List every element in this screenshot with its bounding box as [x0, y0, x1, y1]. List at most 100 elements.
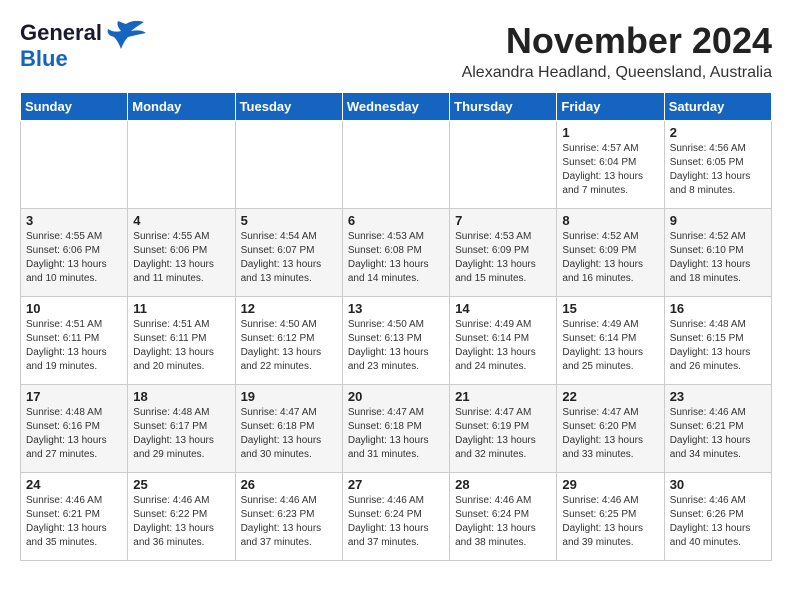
- cell-info-text: Sunrise: 4:50 AM Sunset: 6:12 PM Dayligh…: [241, 318, 337, 374]
- calendar-cell: 26 Sunrise: 4:46 AM Sunset: 6:23 PM Dayli…: [235, 473, 342, 561]
- day-number: 10: [26, 301, 122, 316]
- calendar-cell: [450, 121, 557, 209]
- cell-info-text: Sunrise: 4:56 AM Sunset: 6:05 PM Dayligh…: [670, 142, 766, 198]
- day-number: 21: [455, 389, 551, 404]
- calendar-cell: 5 Sunrise: 4:54 AM Sunset: 6:07 PM Daylig…: [235, 209, 342, 297]
- cell-info-text: Sunrise: 4:48 AM Sunset: 6:15 PM Dayligh…: [670, 318, 766, 374]
- cell-info-text: Sunrise: 4:46 AM Sunset: 6:24 PM Dayligh…: [348, 494, 444, 550]
- calendar-cell: 24Sunrise: 4:46 AM Sunset: 6:21 PM Dayli…: [21, 473, 128, 561]
- calendar-cell: 16 Sunrise: 4:48 AM Sunset: 6:15 PM Dayli…: [664, 297, 771, 385]
- title-section: November 2024 Alexandra Headland, Queens…: [462, 20, 772, 82]
- calendar-cell: 28 Sunrise: 4:46 AM Sunset: 6:24 PM Dayli…: [450, 473, 557, 561]
- cell-info-text: Sunrise: 4:46 AM Sunset: 6:24 PM Dayligh…: [455, 494, 551, 550]
- calendar-cell: 13 Sunrise: 4:50 AM Sunset: 6:13 PM Dayli…: [342, 297, 449, 385]
- day-number: 13: [348, 301, 444, 316]
- cell-info-text: Sunrise: 4:54 AM Sunset: 6:07 PM Dayligh…: [241, 230, 337, 286]
- month-title: November 2024: [462, 20, 772, 62]
- calendar-cell: 23 Sunrise: 4:46 AM Sunset: 6:21 PM Dayli…: [664, 385, 771, 473]
- day-number: 17: [26, 389, 122, 404]
- day-number: 4: [133, 213, 229, 228]
- calendar-cell: [21, 121, 128, 209]
- cell-info-text: Sunrise: 4:46 AM Sunset: 6:23 PM Dayligh…: [241, 494, 337, 550]
- weekday-header-monday: Monday: [128, 93, 235, 121]
- day-number: 2: [670, 125, 766, 140]
- calendar-cell: 12 Sunrise: 4:50 AM Sunset: 6:12 PM Dayli…: [235, 297, 342, 385]
- day-number: 19: [241, 389, 337, 404]
- cell-info-text: Sunrise: 4:46 AM Sunset: 6:26 PM Dayligh…: [670, 494, 766, 550]
- cell-info-text: Sunrise: 4:51 AM Sunset: 6:11 PM Dayligh…: [133, 318, 229, 374]
- calendar-cell: 11Sunrise: 4:51 AM Sunset: 6:11 PM Dayli…: [128, 297, 235, 385]
- cell-info-text: Sunrise: 4:47 AM Sunset: 6:20 PM Dayligh…: [562, 406, 658, 462]
- day-number: 27: [348, 477, 444, 492]
- calendar-table: SundayMondayTuesdayWednesdayThursdayFrid…: [20, 92, 772, 561]
- calendar-cell: [342, 121, 449, 209]
- weekday-header-wednesday: Wednesday: [342, 93, 449, 121]
- calendar-cell: 4 Sunrise: 4:55 AM Sunset: 6:06 PM Daylig…: [128, 209, 235, 297]
- day-number: 7: [455, 213, 551, 228]
- location-subtitle: Alexandra Headland, Queensland, Australi…: [462, 64, 772, 82]
- calendar-cell: 19 Sunrise: 4:47 AM Sunset: 6:18 PM Dayli…: [235, 385, 342, 473]
- cell-info-text: Sunrise: 4:48 AM Sunset: 6:16 PM Dayligh…: [26, 406, 122, 462]
- calendar-cell: 17 Sunrise: 4:48 AM Sunset: 6:16 PM Dayli…: [21, 385, 128, 473]
- weekday-header-sunday: Sunday: [21, 93, 128, 121]
- day-number: 8: [562, 213, 658, 228]
- day-number: 5: [241, 213, 337, 228]
- calendar-cell: 22 Sunrise: 4:47 AM Sunset: 6:20 PM Dayli…: [557, 385, 664, 473]
- calendar-cell: 18 Sunrise: 4:48 AM Sunset: 6:17 PM Dayli…: [128, 385, 235, 473]
- weekday-header-tuesday: Tuesday: [235, 93, 342, 121]
- cell-info-text: Sunrise: 4:47 AM Sunset: 6:18 PM Dayligh…: [241, 406, 337, 462]
- day-number: 30: [670, 477, 766, 492]
- cell-info-text: Sunrise: 4:50 AM Sunset: 6:13 PM Dayligh…: [348, 318, 444, 374]
- cell-info-text: Sunrise: 4:46 AM Sunset: 6:21 PM Dayligh…: [670, 406, 766, 462]
- cell-info-text: Sunrise: 4:51 AM Sunset: 6:11 PM Dayligh…: [26, 318, 122, 374]
- calendar-cell: 10 Sunrise: 4:51 AM Sunset: 6:11 PM Dayli…: [21, 297, 128, 385]
- calendar-cell: 3 Sunrise: 4:55 AM Sunset: 6:06 PM Daylig…: [21, 209, 128, 297]
- calendar-cell: [128, 121, 235, 209]
- cell-info-text: Sunrise: 4:52 AM Sunset: 6:10 PM Dayligh…: [670, 230, 766, 286]
- calendar-cell: 25Sunrise: 4:46 AM Sunset: 6:22 PM Dayli…: [128, 473, 235, 561]
- calendar-cell: 29 Sunrise: 4:46 AM Sunset: 6:25 PM Dayli…: [557, 473, 664, 561]
- calendar-cell: 1Sunrise: 4:57 AM Sunset: 6:04 PM Daylig…: [557, 121, 664, 209]
- page-header: General Blue November 2024 Alexandra Hea…: [20, 20, 772, 82]
- day-number: 26: [241, 477, 337, 492]
- day-number: 23: [670, 389, 766, 404]
- calendar-week-row: 17 Sunrise: 4:48 AM Sunset: 6:16 PM Dayli…: [21, 385, 772, 473]
- cell-info-text: Sunrise: 4:55 AM Sunset: 6:06 PM Dayligh…: [26, 230, 122, 286]
- day-number: 18: [133, 389, 229, 404]
- calendar-cell: 6 Sunrise: 4:53 AM Sunset: 6:08 PM Daylig…: [342, 209, 449, 297]
- cell-info-text: Sunrise: 4:55 AM Sunset: 6:06 PM Dayligh…: [133, 230, 229, 286]
- calendar-cell: 9 Sunrise: 4:52 AM Sunset: 6:10 PM Daylig…: [664, 209, 771, 297]
- day-number: 28: [455, 477, 551, 492]
- calendar-week-row: 3 Sunrise: 4:55 AM Sunset: 6:06 PM Daylig…: [21, 209, 772, 297]
- logo: General Blue: [20, 20, 146, 72]
- day-number: 1: [562, 125, 658, 140]
- calendar-week-row: 24Sunrise: 4:46 AM Sunset: 6:21 PM Dayli…: [21, 473, 772, 561]
- weekday-header-saturday: Saturday: [664, 93, 771, 121]
- weekday-header-friday: Friday: [557, 93, 664, 121]
- cell-info-text: Sunrise: 4:47 AM Sunset: 6:18 PM Dayligh…: [348, 406, 444, 462]
- cell-info-text: Sunrise: 4:47 AM Sunset: 6:19 PM Dayligh…: [455, 406, 551, 462]
- day-number: 16: [670, 301, 766, 316]
- calendar-cell: 15Sunrise: 4:49 AM Sunset: 6:14 PM Dayli…: [557, 297, 664, 385]
- day-number: 9: [670, 213, 766, 228]
- day-number: 6: [348, 213, 444, 228]
- cell-info-text: Sunrise: 4:49 AM Sunset: 6:14 PM Dayligh…: [455, 318, 551, 374]
- calendar-cell: 14 Sunrise: 4:49 AM Sunset: 6:14 PM Dayli…: [450, 297, 557, 385]
- cell-info-text: Sunrise: 4:46 AM Sunset: 6:22 PM Dayligh…: [133, 494, 229, 550]
- calendar-cell: 2 Sunrise: 4:56 AM Sunset: 6:05 PM Daylig…: [664, 121, 771, 209]
- calendar-cell: 30 Sunrise: 4:46 AM Sunset: 6:26 PM Dayli…: [664, 473, 771, 561]
- day-number: 14: [455, 301, 551, 316]
- day-number: 29: [562, 477, 658, 492]
- day-number: 22: [562, 389, 658, 404]
- calendar-cell: 8Sunrise: 4:52 AM Sunset: 6:09 PM Daylig…: [557, 209, 664, 297]
- logo-bird-icon: [106, 19, 146, 54]
- cell-info-text: Sunrise: 4:53 AM Sunset: 6:08 PM Dayligh…: [348, 230, 444, 286]
- day-number: 12: [241, 301, 337, 316]
- calendar-cell: 21 Sunrise: 4:47 AM Sunset: 6:19 PM Dayli…: [450, 385, 557, 473]
- weekday-header-thursday: Thursday: [450, 93, 557, 121]
- calendar-cell: 7Sunrise: 4:53 AM Sunset: 6:09 PM Daylig…: [450, 209, 557, 297]
- logo-text: General Blue: [20, 20, 102, 72]
- cell-info-text: Sunrise: 4:46 AM Sunset: 6:25 PM Dayligh…: [562, 494, 658, 550]
- cell-info-text: Sunrise: 4:48 AM Sunset: 6:17 PM Dayligh…: [133, 406, 229, 462]
- day-number: 3: [26, 213, 122, 228]
